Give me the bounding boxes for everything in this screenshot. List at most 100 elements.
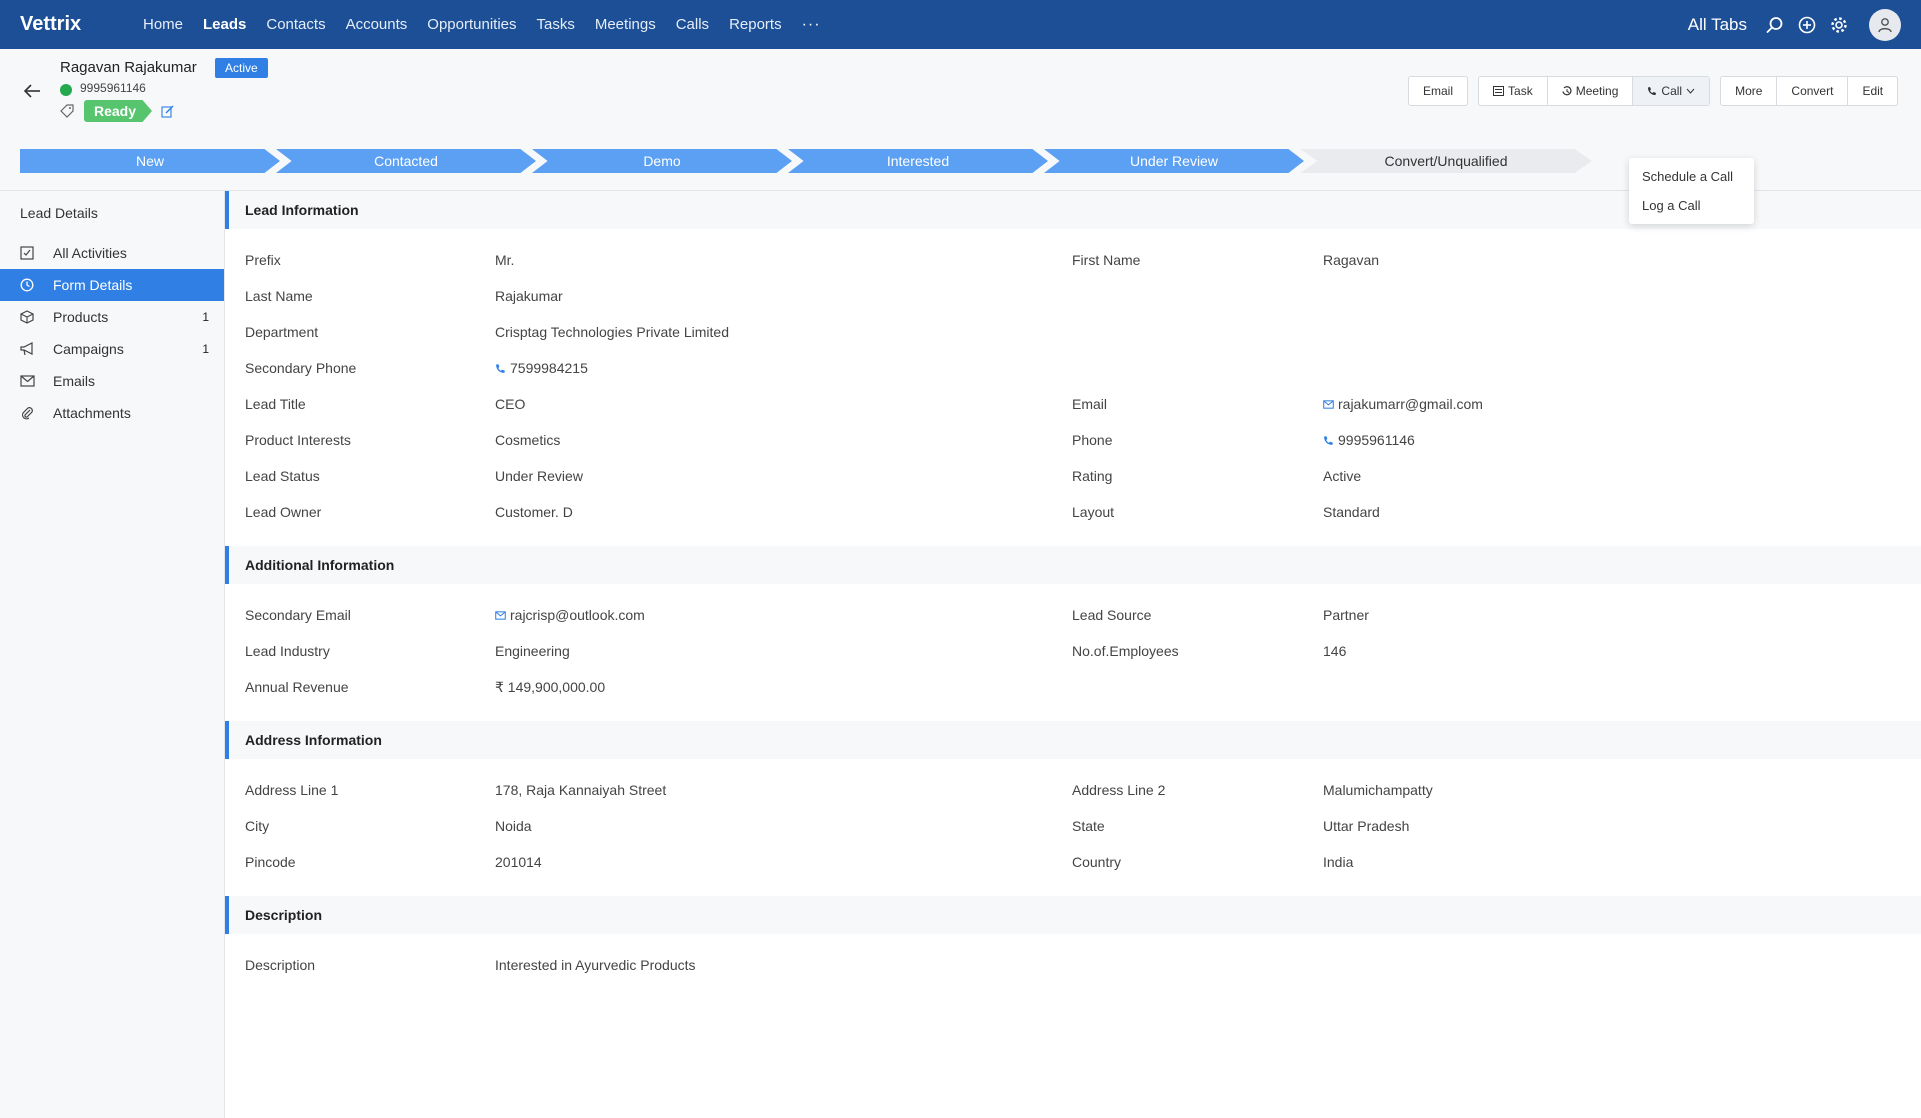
field-label: Last Name [245,288,313,304]
all-tabs-link[interactable]: All Tabs [1688,15,1747,35]
task-icon [1493,86,1505,96]
stage-new[interactable]: New [20,149,280,173]
log-call-item[interactable]: Log a Call [1629,191,1754,220]
field-label: Secondary Email [245,607,351,623]
field-label: Annual Revenue [245,679,349,695]
action-bar: Email Task Meeting Call More Convert Edi… [1408,76,1908,106]
field-value: Partner [1323,607,1369,623]
nav-menu: Home Leads Contacts Accounts Opportuniti… [143,16,841,34]
lead-name: Ragavan Rajakumar [60,59,197,76]
back-arrow-icon[interactable] [22,81,42,101]
field-label: Layout [1072,504,1115,520]
field-value: India [1323,854,1354,870]
nav-contacts[interactable]: Contacts [266,16,325,33]
sidebar-item-form-details[interactable]: Form Details [0,269,224,301]
nav-meetings[interactable]: Meetings [595,16,656,33]
field-label: Secondary Phone [245,360,357,376]
field-label: First Name [1072,252,1141,268]
meeting-button-label: Meeting [1575,84,1619,98]
edit-button[interactable]: Edit [1848,77,1897,105]
nav-accounts[interactable]: Accounts [346,16,408,33]
phone-icon [1648,87,1657,95]
stage-contacted[interactable]: Contacted [276,149,536,173]
field-row: Lead Title CEO Email rajakumarr@gmail.co… [225,386,1921,422]
stage-under-review[interactable]: Under Review [1044,149,1304,173]
field-value: Uttar Pradesh [1323,818,1410,834]
nav-opportunities[interactable]: Opportunities [427,16,516,33]
gear-icon[interactable] [1828,14,1850,36]
field-row: Last Name Rajakumar [225,278,1921,314]
description-fields: Description Interested in Ayurvedic Prod… [225,934,1921,999]
nav-leads[interactable]: Leads [203,16,246,33]
nav-tasks[interactable]: Tasks [537,16,575,33]
search-icon[interactable] [1764,14,1786,36]
field-value: Mr. [495,252,515,268]
edit-icon[interactable] [161,105,174,118]
task-button[interactable]: Task [1479,77,1548,105]
whatsapp-icon[interactable] [60,84,72,96]
mail-icon [20,373,36,389]
field-row: Product Interests Cosmetics Phone 999596… [225,422,1921,458]
task-button-label: Task [1508,84,1533,98]
nav-more-icon[interactable]: ··· [802,16,821,34]
call-button[interactable]: Call [1633,77,1710,105]
call-dropdown: Schedule a Call Log a Call [1629,158,1754,224]
nav-calls[interactable]: Calls [676,16,709,33]
sidebar-item-label: Attachments [53,405,131,421]
call-button-label: Call [1661,84,1683,98]
section-title-address-information: Address Information [225,721,1921,759]
field-value: Ragavan [1323,252,1380,268]
field-label: Address Line 2 [1072,782,1166,798]
header-phone: 9995961146 [80,81,146,95]
field-value: Active [1323,468,1362,484]
field-label: Lead Title [245,396,306,412]
field-label: Lead Industry [245,643,330,659]
nav-home[interactable]: Home [143,16,183,33]
sidebar-item-products[interactable]: Products 1 [0,301,224,333]
nav-reports[interactable]: Reports [729,16,782,33]
email-group: Email [1408,76,1469,106]
field-value: Engineering [495,643,570,659]
mail-icon [1323,399,1334,409]
sidebar-item-label: Emails [53,373,96,389]
stage-convert-unqualified[interactable]: Convert/Unqualified [1300,149,1592,173]
user-avatar[interactable] [1869,8,1901,41]
field-value: rajcrisp@outlook.com [510,607,645,623]
field-label: Phone [1072,432,1113,448]
email-button[interactable]: Email [1409,77,1467,105]
secondary-phone-link[interactable]: 7599984215 [495,360,588,376]
lead-information-fields: Prefix Mr. First Name Ragavan Last Name … [225,229,1921,546]
field-row: Lead Status Under Review Rating Active [225,458,1921,494]
stage-interested[interactable]: Interested [788,149,1048,173]
stage-demo[interactable]: Demo [532,149,792,173]
phone-link[interactable]: 9995961146 [1323,432,1415,448]
field-label: Rating [1072,468,1113,484]
field-value: 7599984215 [510,360,588,376]
meeting-button[interactable]: Meeting [1548,77,1634,105]
add-icon[interactable] [1796,14,1818,36]
sidebar-item-all-activities[interactable]: All Activities [0,237,224,269]
brand-logo[interactable]: Vettrix [20,13,143,36]
schedule-call-item[interactable]: Schedule a Call [1629,162,1754,191]
sidebar-item-emails[interactable]: Emails [0,365,224,397]
field-label: Lead Status [245,468,320,484]
field-value: Noida [495,818,532,834]
box-icon [20,309,36,325]
field-label: Department [245,324,319,340]
sidebar: Lead Details All Activities Form Details… [0,191,225,1118]
secondary-email-link[interactable]: rajcrisp@outlook.com [495,607,645,623]
field-value: Customer. D [495,504,573,520]
field-label: Product Interests [245,432,351,448]
nav-right: All Tabs [1688,0,1921,49]
field-row: Description Interested in Ayurvedic Prod… [225,947,1921,983]
more-button[interactable]: More [1721,77,1778,105]
email-link[interactable]: rajakumarr@gmail.com [1323,396,1483,412]
sidebar-item-campaigns[interactable]: Campaigns 1 [0,333,224,365]
convert-button[interactable]: Convert [1777,77,1849,105]
field-value: CEO [495,396,526,412]
stage-pill: Ready [84,100,152,122]
field-label: Country [1072,854,1122,870]
sidebar-item-attachments[interactable]: Attachments [0,397,224,429]
field-label: Prefix [245,252,281,268]
field-label: State [1072,818,1105,834]
